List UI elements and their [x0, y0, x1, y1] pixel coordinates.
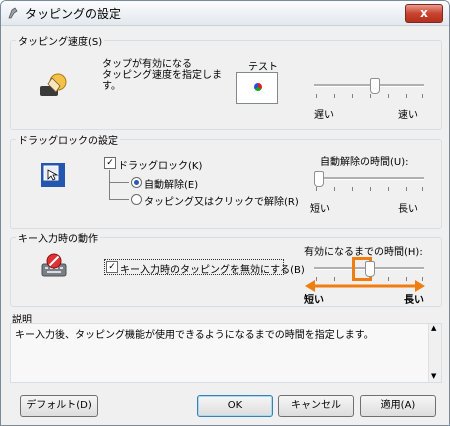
drag-lock-checkbox-label[interactable]: ドラッグロック(K)	[118, 157, 202, 172]
explanation-scrollbar[interactable]: ▲ ▼	[428, 324, 441, 382]
test-area[interactable]	[236, 72, 278, 104]
test-label: テスト	[248, 62, 278, 73]
tick	[422, 94, 423, 98]
title-bar: タッピングの設定 x	[1, 1, 449, 26]
auto-release-track	[314, 177, 424, 180]
dialog-panel: タッピング速度(S) タップが有効になる タッピング速度を指定しま す。 テスト…	[4, 26, 446, 422]
tick	[334, 187, 335, 191]
tick	[370, 187, 371, 191]
key-input-group-label: キー入力時の動作	[16, 230, 100, 245]
fast-label: 速い	[398, 110, 418, 121]
long-label: 長い	[398, 204, 418, 215]
tree-line	[109, 182, 129, 183]
window-title: タッピングの設定	[25, 7, 122, 21]
tick	[406, 187, 407, 191]
explanation-text: キー入力後、タッピング機能が使用できるようになるまでの時間を指定します。	[15, 330, 374, 341]
tree-line	[109, 170, 110, 200]
short-label: 短い	[304, 295, 324, 306]
tick	[352, 94, 353, 98]
tap-speed-slider[interactable]	[370, 78, 380, 94]
radio-auto-release-label[interactable]: 自動解除(E)	[144, 176, 198, 191]
enable-time-label: 有効になるまでの時間(H):	[304, 247, 423, 258]
tick	[334, 94, 335, 98]
tick	[422, 187, 423, 191]
checkmark-icon: ✓	[106, 158, 114, 168]
default-button[interactable]: デフォルト(D)	[20, 395, 98, 417]
scroll-up-icon[interactable]: ▲	[431, 324, 436, 332]
cancel-button[interactable]: キャンセル	[278, 395, 354, 417]
explanation-box: キー入力後、タッピング機能が使用できるようになるまでの時間を指定します。 ▲ ▼	[10, 323, 442, 383]
long-label: 長い	[404, 295, 424, 306]
drag-lock-checkbox[interactable]: ✓	[104, 157, 116, 169]
tick	[388, 187, 389, 191]
tree-line	[109, 199, 129, 200]
scroll-down-icon[interactable]: ▼	[431, 372, 436, 380]
drag-lock-group-label: ドラッグロックの設定	[16, 132, 120, 147]
tick	[352, 187, 353, 191]
auto-release-slider[interactable]	[314, 171, 324, 187]
tap-speed-group-label: タッピング速度(S)	[16, 33, 105, 48]
drag-lock-icon	[41, 163, 65, 187]
slow-label: 遅い	[314, 110, 334, 121]
short-label: 短い	[310, 204, 330, 215]
auto-release-time-label: 自動解除の時間(U):	[320, 157, 409, 168]
disable-tap-checkbox[interactable]: ✓	[106, 261, 118, 273]
disable-tap-checkbox-label[interactable]: キー入力時のタッピングを無効にする(B)	[120, 261, 305, 276]
radio-tap-release-label[interactable]: タッピング又はクリックで解除(R)	[144, 193, 299, 208]
tick	[316, 94, 317, 98]
radio-tap-release[interactable]	[131, 194, 142, 205]
tick	[370, 94, 371, 98]
ok-button[interactable]: OK	[197, 395, 273, 417]
close-button[interactable]: x	[405, 4, 443, 23]
tap-speed-description: タップが有効になる タッピング速度を指定しま す。	[102, 59, 222, 92]
tick	[406, 94, 407, 98]
tap-hand-icon	[40, 73, 67, 96]
keyboard-disabled-icon	[41, 253, 67, 277]
test-ball-icon	[254, 83, 262, 91]
tick	[388, 94, 389, 98]
dialog-window: タッピングの設定 x タッピング速度(S) タップが有効になる タッピング速度を…	[0, 0, 450, 426]
checkmark-icon: ✓	[108, 262, 116, 272]
radio-auto-release[interactable]	[131, 177, 142, 188]
enable-time-slider[interactable]	[365, 261, 375, 277]
touchpad-icon	[8, 7, 18, 19]
tap-speed-track	[314, 84, 424, 87]
apply-button[interactable]: 適用(A)	[360, 395, 436, 417]
tick	[316, 187, 317, 191]
